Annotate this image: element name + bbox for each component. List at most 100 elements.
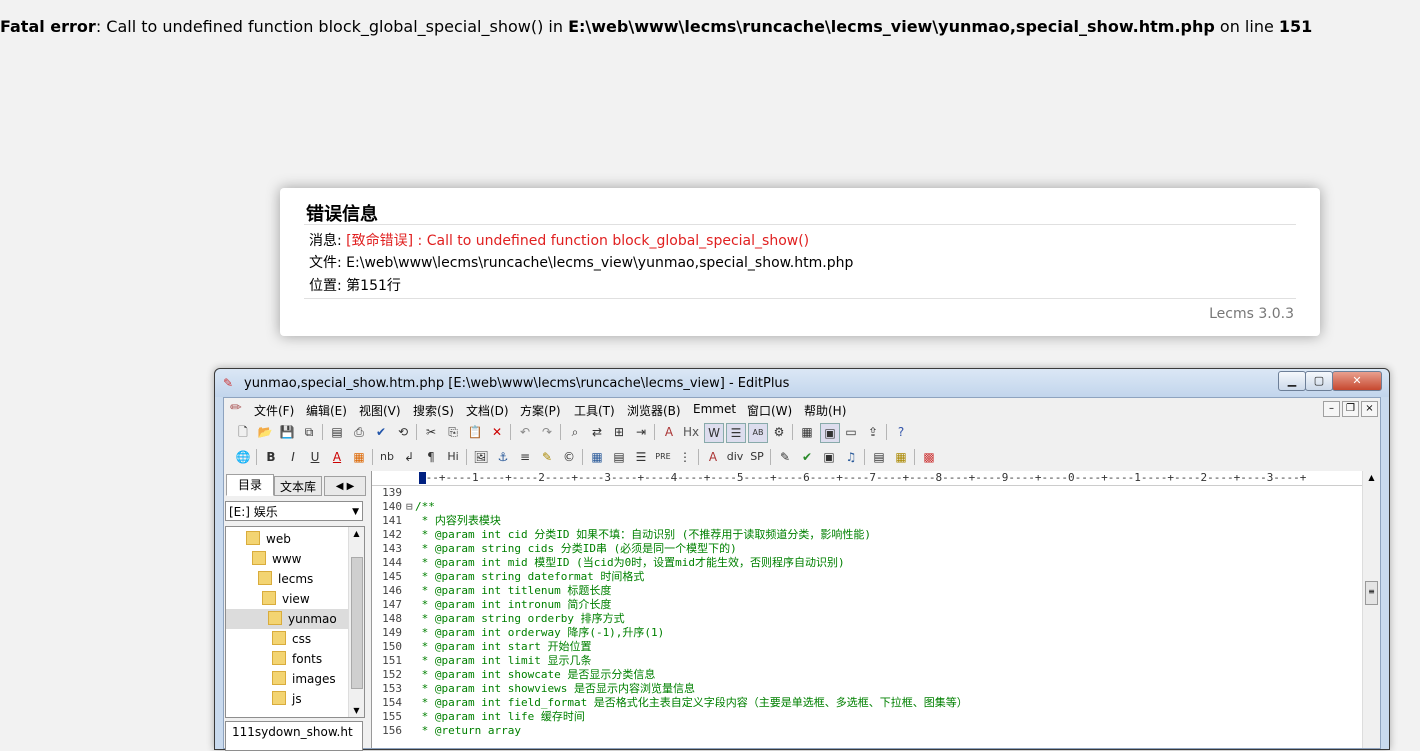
maximize-button[interactable]: ▢ [1305, 371, 1333, 391]
close-button[interactable]: ✕ [1332, 371, 1382, 391]
pre-icon[interactable]: PRE [654, 448, 672, 466]
code-editor[interactable]: ---+----1----+----2----+----3----+----4-… [371, 471, 1380, 748]
code-line[interactable]: 146 * @param int titlenum 标题长度 [372, 584, 1362, 598]
file-list-item[interactable]: 111sydown_show.ht [232, 725, 353, 739]
word-wrap-icon[interactable]: W [704, 423, 724, 443]
undo-icon[interactable]: ↶ [516, 423, 534, 441]
tab-scroll-arrows[interactable]: ◀ ▶ [324, 476, 366, 496]
music-note-icon[interactable]: ♫ [842, 448, 860, 466]
scroll-down-icon[interactable]: ▼ [349, 706, 364, 715]
code-line[interactable]: 141 * 内容列表模块 [372, 514, 1362, 528]
hex-view-icon[interactable]: Hx [682, 423, 700, 441]
tree-item-web[interactable]: web [246, 529, 291, 549]
menu-window[interactable]: 窗口(W) [747, 402, 792, 419]
save-icon[interactable]: 💾 [278, 423, 296, 441]
code-area[interactable]: 139 140 ⊟/** 141 * 内容列表模块 142 * @param int c… [372, 486, 1362, 748]
image-icon[interactable]: 🖼 [472, 448, 490, 466]
cut-icon[interactable]: ✂ [422, 423, 440, 441]
line-number-icon[interactable]: ☰ [726, 423, 746, 443]
font-icon[interactable]: A [660, 423, 678, 441]
underline-icon[interactable]: U [306, 448, 324, 466]
menu-document[interactable]: 文档(D) [466, 402, 509, 419]
find-in-files-icon[interactable]: ⊞ [610, 423, 628, 441]
copy-icon[interactable]: ⎘ [444, 423, 462, 441]
menu-view[interactable]: 视图(V) [359, 402, 401, 419]
scroll-up-icon[interactable]: ▲ [349, 529, 364, 538]
pencil-icon[interactable]: ✏ [230, 400, 242, 416]
open-file-icon[interactable]: 📂 [256, 423, 274, 441]
new-file-icon[interactable]: 🗋 [234, 423, 252, 441]
mdi-close-button[interactable]: × [1361, 401, 1378, 417]
heading-icon[interactable]: Hi [444, 448, 462, 466]
cliptext-window-icon[interactable]: ▣ [820, 423, 840, 443]
mdi-minimize-button[interactable]: – [1323, 401, 1340, 417]
code-line[interactable]: 151 * @param int limit 显示几条 [372, 654, 1362, 668]
menu-search[interactable]: 搜索(S) [413, 402, 454, 419]
menu-project[interactable]: 方案(P) [520, 402, 561, 419]
table-icon[interactable]: ▦ [588, 448, 606, 466]
tree-item-css[interactable]: css [272, 629, 311, 649]
anchor-icon[interactable]: ⚓ [494, 448, 512, 466]
list-icon[interactable]: ⋮ [676, 448, 694, 466]
tab-cliptext[interactable]: 文本库 [274, 476, 322, 496]
code-line[interactable]: 142 * @param int cid 分类ID 如果不填：自动识别 (不推荐… [372, 528, 1362, 542]
file-list[interactable]: 111sydown_show.ht [225, 721, 363, 751]
mdi-restore-button[interactable]: ❐ [1342, 401, 1359, 417]
color-palette-icon[interactable]: ▦ [350, 448, 368, 466]
menu-edit[interactable]: 编辑(E) [306, 402, 347, 419]
scrollbar-thumb[interactable]: ≡ [1365, 581, 1378, 605]
code-line[interactable]: 140 ⊟/** [372, 500, 1362, 514]
code-line[interactable]: 145 * @param string dateformat 时间格式 [372, 570, 1362, 584]
code-line[interactable]: 148 * @param string orderby 排序方式 [372, 612, 1362, 626]
browser-preview-icon[interactable]: ⟲ [394, 423, 412, 441]
code-line[interactable]: 149 * @param int orderway 降序(-1),升序(1) [372, 626, 1362, 640]
minimize-button[interactable]: ▁ [1278, 371, 1306, 391]
paste-icon[interactable]: 📋 [466, 423, 484, 441]
code-line[interactable]: 155 * @param int life 缓存时间 [372, 710, 1362, 724]
italic-icon[interactable]: I [284, 448, 302, 466]
drive-select[interactable]: [E:] 娱乐 ▼ [225, 501, 363, 521]
tree-item-lecms[interactable]: lecms [258, 569, 313, 589]
replace-icon[interactable]: ⇄ [588, 423, 606, 441]
menu-emmet[interactable]: Emmet [693, 402, 736, 416]
tree-item-www[interactable]: www [252, 549, 301, 569]
highlight-icon[interactable]: ✎ [538, 448, 556, 466]
tree-item-images[interactable]: images [272, 669, 336, 689]
list-view-icon[interactable]: ▤ [870, 448, 888, 466]
color-picker-icon[interactable]: ▩ [920, 448, 938, 466]
nbsp-icon[interactable]: nb [378, 448, 396, 466]
copyright-icon[interactable]: © [560, 448, 578, 466]
title-bar[interactable]: ✎ yunmao,special_show.htm.php [E:\web\ww… [215, 369, 1389, 397]
tree-item-yunmao[interactable]: yunmao [226, 609, 349, 629]
tree-scrollbar[interactable]: ▲ ▼ [348, 527, 364, 717]
div-icon[interactable]: div [726, 448, 744, 466]
media-icon[interactable]: ▣ [820, 448, 838, 466]
output-window-icon[interactable]: ▭ [842, 423, 860, 441]
scroll-up-icon[interactable]: ▲ [1363, 473, 1380, 482]
ruler-icon[interactable]: AB [748, 423, 768, 443]
globe-icon[interactable]: 🌐 [234, 448, 252, 466]
scrollbar-thumb[interactable] [351, 557, 363, 689]
code-line[interactable]: 139 [372, 486, 1362, 500]
delete-icon[interactable]: ✕ [488, 423, 506, 441]
menu-file[interactable]: 文件(F) [254, 402, 294, 419]
tree-item-view[interactable]: view [262, 589, 310, 609]
goto-line-icon[interactable]: ⇥ [632, 423, 650, 441]
bold-icon[interactable]: B [262, 448, 280, 466]
print-icon[interactable]: ⎙ [350, 423, 368, 441]
code-line[interactable]: 154 * @param int field_format 是否格式化主表自定义… [372, 696, 1362, 710]
line-break-icon[interactable]: ↲ [400, 448, 418, 466]
menu-browser[interactable]: 浏览器(B) [627, 402, 681, 419]
span-icon[interactable]: SP [748, 448, 766, 466]
edit-icon[interactable]: ✎ [776, 448, 794, 466]
directory-window-icon[interactable]: ▦ [798, 423, 816, 441]
form-icon[interactable]: ▤ [610, 448, 628, 466]
paragraph-icon[interactable]: ¶ [422, 448, 440, 466]
settings-gear-icon[interactable]: ⚙ [770, 423, 788, 441]
code-line[interactable]: 143 * @param string cids 分类ID串 (必须是同一个模型… [372, 542, 1362, 556]
tab-directory[interactable]: 目录 [226, 474, 274, 496]
redo-icon[interactable]: ↷ [538, 423, 556, 441]
save-all-icon[interactable]: ⧉ [300, 423, 318, 441]
editor-scrollbar[interactable]: ▲ ≡ [1362, 471, 1380, 748]
code-line[interactable]: 150 * @param int start 开始位置 [372, 640, 1362, 654]
